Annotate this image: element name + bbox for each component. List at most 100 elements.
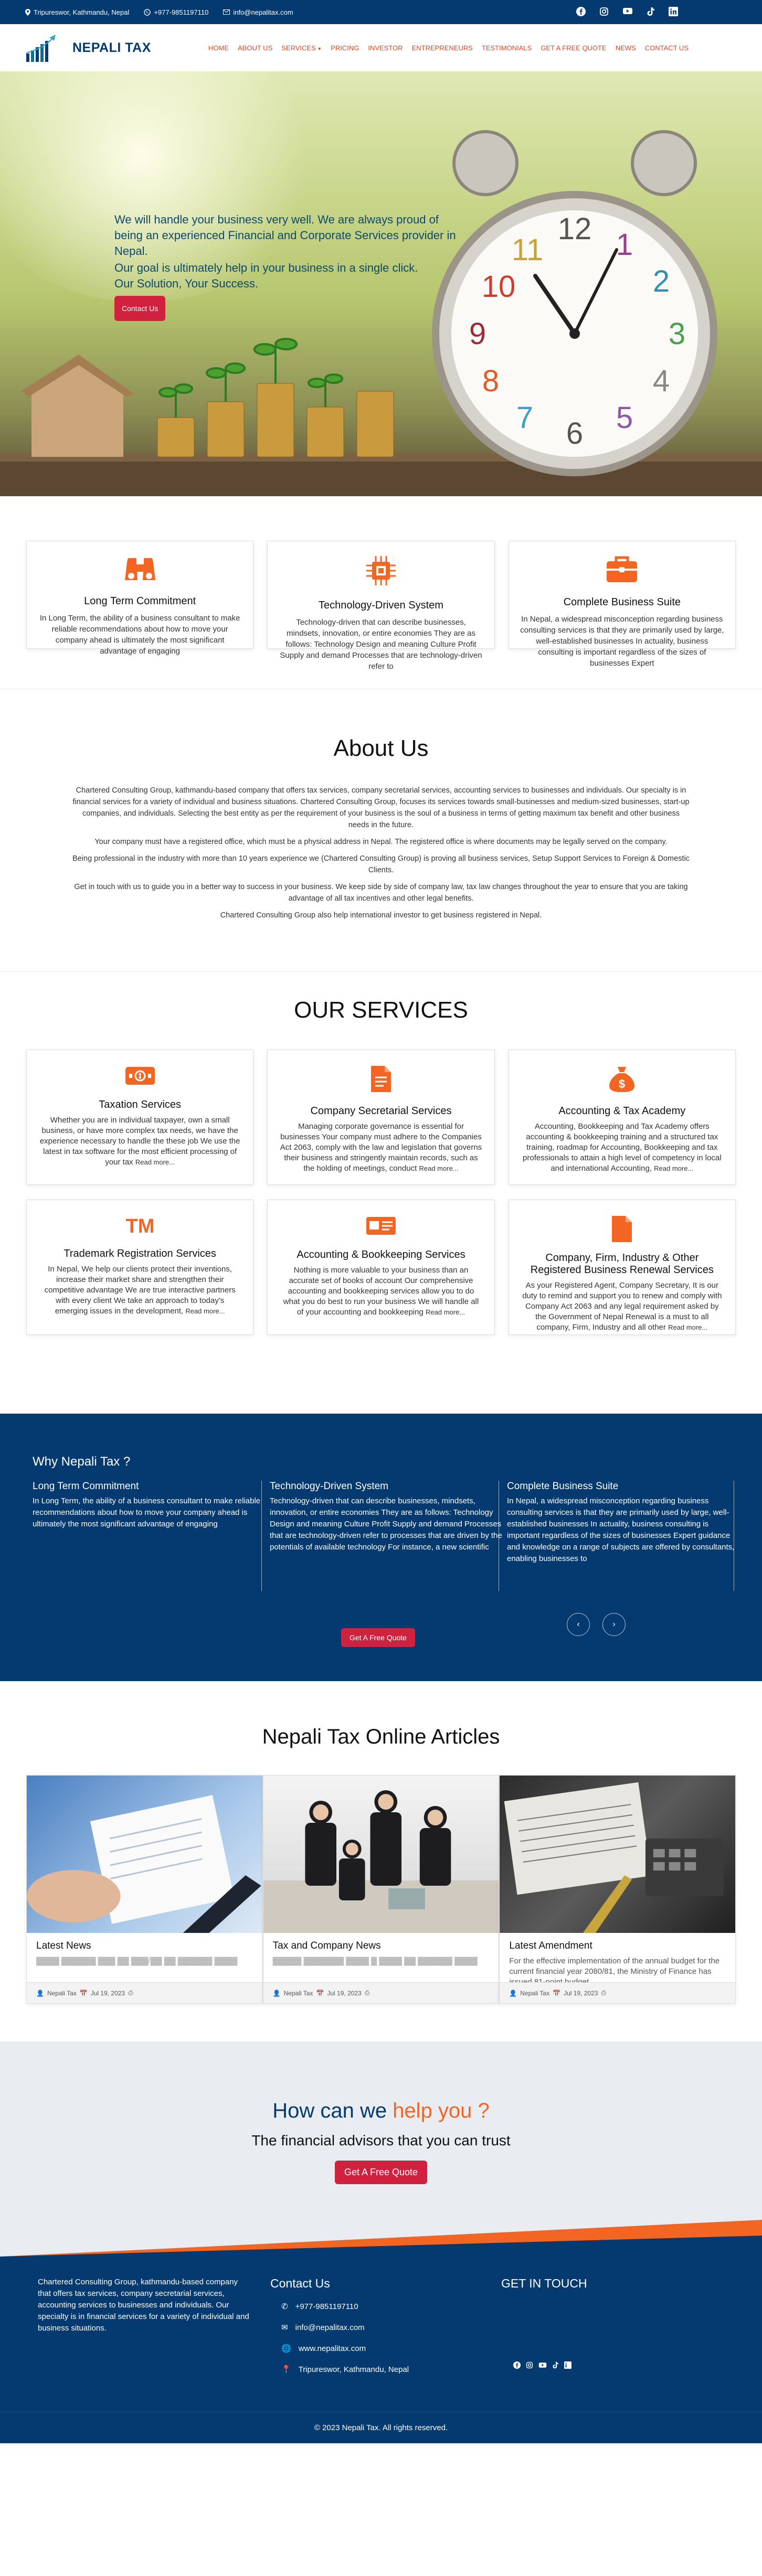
service-card[interactable]: TM Trademark Registration Services In Ne… [26, 1200, 254, 1335]
carousel-prev-button[interactable]: ‹ [567, 1613, 590, 1636]
facebook-icon[interactable] [576, 7, 586, 18]
service-card[interactable]: Company, Firm, Industry & Other Register… [508, 1200, 736, 1335]
why-item-title: Technology-Driven System [270, 1481, 388, 1492]
nav-contact[interactable]: CONTACT US [645, 44, 689, 52]
id-card-icon [366, 1217, 396, 1235]
article-author: Nepali Tax [520, 1989, 550, 1997]
linkedin-icon[interactable] [564, 2361, 572, 2371]
footer-email-value: info@nepalitax.com [295, 2323, 365, 2332]
whatsapp-icon [144, 8, 151, 16]
copyright-bar: © 2023 Nepali Tax. All rights reserved. [0, 2412, 762, 2443]
nav-about[interactable]: ABOUT US [238, 44, 272, 52]
copyright-text: © 2023 Nepali Tax. All rights reserved. [314, 2423, 448, 2432]
tiktok-icon[interactable] [552, 2361, 559, 2371]
top-bar: Tripureswor, Kathmandu, Nepal +977-98511… [0, 0, 762, 24]
youtube-icon[interactable] [538, 2361, 547, 2371]
linkedin-icon[interactable] [669, 7, 678, 18]
article-title: Latest Amendment [509, 1940, 592, 1951]
about-paragraph: Get in touch with us to guide you in a b… [74, 883, 688, 903]
file-icon [612, 1216, 632, 1242]
article-excerpt: ▓▓▓▓ ▓▓▓▓▓▓ ▓▓▓ ▓▓ ▓▓▓/▓▓ ▓▓ ▓▓▓▓▓▓ ▓▓▓▓ [36, 1957, 238, 1965]
print-icon[interactable]: ⎙ [365, 1989, 370, 1997]
article-meta: 👤 Nepali Tax 📅 Jul 19, 2023 ⎙ [263, 1982, 499, 2003]
article-card[interactable]: Tax and Company News ▓▓▓▓▓ ▓▓▓▓▓▓▓ ▓▓▓▓ … [262, 1775, 500, 2004]
social-links [576, 7, 678, 18]
article-card[interactable]: Latest Amendment For the effective imple… [499, 1775, 736, 2004]
facebook-icon[interactable] [513, 2361, 521, 2371]
why-item: Complete Business Suite In Nepal, a wide… [507, 1481, 740, 1565]
cta-free-quote-button[interactable]: Get A Free Quote [334, 2161, 428, 2184]
footer-social-links [513, 2361, 572, 2371]
trademark-icon: TM [125, 1215, 154, 1237]
read-more-link[interactable]: Read more... [135, 1158, 175, 1166]
nav-menu: HOME ABOUT US SERVICES ▼ PRICING INVESTO… [208, 44, 689, 52]
nav-investor[interactable]: INVESTOR [368, 44, 403, 52]
svg-text:TM: TM [125, 1215, 154, 1236]
nav-testimonials[interactable]: TESTIMONIALS [482, 44, 532, 52]
articles-section: Nepali Tax Online Articles Latest News ▓… [0, 1681, 762, 2041]
article-title: Tax and Company News [272, 1940, 381, 1951]
carousel-next-button[interactable]: › [602, 1613, 626, 1636]
nav-free-quote[interactable]: GET A FREE QUOTE [541, 44, 606, 52]
article-card[interactable]: Latest News ▓▓▓▓ ▓▓▓▓▓▓ ▓▓▓ ▓▓ ▓▓▓/▓▓ ▓▓… [26, 1775, 263, 2004]
service-text: Nothing is more valuable to your busines… [279, 1265, 482, 1318]
print-icon[interactable]: ⎙ [128, 1989, 133, 1997]
service-card[interactable]: Taxation Services Whether you are in ind… [26, 1050, 254, 1185]
article-date: Jul 19, 2023 [327, 1989, 362, 1997]
footer-phone[interactable]: ✆ +977-9851197110 [281, 2302, 358, 2312]
footer-web-value: www.nepalitax.com [298, 2344, 366, 2353]
svg-text:10: 10 [482, 270, 516, 304]
svg-text:6: 6 [566, 416, 583, 451]
top-phone[interactable]: +977-9851197110 [144, 8, 208, 16]
nav-entrepreneurs[interactable]: ENTREPRENEURS [412, 44, 473, 52]
svg-text:8: 8 [482, 364, 499, 398]
nav-home[interactable]: HOME [208, 44, 229, 52]
why-item-text: Technology-driven that can describe busi… [270, 1497, 502, 1552]
footer-web[interactable]: 🌐 www.nepalitax.com [281, 2344, 366, 2354]
article-date: Jul 19, 2023 [90, 1989, 125, 1997]
user-icon: 👤 [272, 1989, 281, 1997]
service-text: In Nepal, We help our clients protect th… [38, 1264, 241, 1317]
growth-bars-logo-icon [26, 35, 56, 62]
service-card[interactable]: Company Secretarial Services Managing co… [267, 1050, 495, 1185]
print-icon[interactable]: ⎙ [601, 1989, 606, 1997]
read-more-link[interactable]: Read more... [654, 1164, 693, 1172]
footer-email[interactable]: ✉ info@nepalitax.com [281, 2323, 365, 2333]
read-more-link[interactable]: Read more... [185, 1307, 225, 1315]
top-email[interactable]: info@nepalitax.com [223, 8, 293, 16]
nav-services[interactable]: SERVICES ▼ [281, 44, 322, 52]
why-free-quote-button[interactable]: Get A Free Quote [341, 1628, 415, 1647]
youtube-icon[interactable] [622, 7, 633, 18]
service-card[interactable]: Accounting & Bookkeeping Services Nothin… [267, 1200, 495, 1335]
nav-pricing[interactable]: PRICING [331, 44, 359, 52]
service-title: Accounting & Tax Academy [558, 1105, 686, 1117]
read-more-link[interactable]: Read more... [426, 1308, 465, 1316]
caret-down-icon: ▼ [315, 46, 322, 51]
footer-address-value: Tripureswor, Kathmandu, Nepal [298, 2365, 409, 2374]
svg-text:$: $ [619, 1077, 625, 1091]
instagram-icon[interactable] [526, 2361, 533, 2371]
why-section: Why Nepali Tax ? Long Term Commitment In… [0, 1414, 762, 1681]
wave-divider [0, 2220, 762, 2257]
hero-text: We will handle your business very well. … [114, 212, 461, 321]
articles-title: Nepali Tax Online Articles [262, 1725, 500, 1748]
feature-card: Long Term Commitment In Long Term, the a… [26, 541, 254, 656]
service-card[interactable]: $ Accounting & Tax Academy Accounting, B… [508, 1050, 736, 1185]
tiktok-icon[interactable] [647, 7, 655, 18]
cta-heading: How can we help you ? [0, 2099, 762, 2123]
cta-heading-part: How can we [272, 2099, 393, 2122]
service-title: Trademark Registration Services [64, 1248, 216, 1259]
hero-line-1: We will handle your business very well. … [114, 213, 456, 258]
binoculars-icon [124, 558, 155, 580]
read-more-link[interactable]: Read more... [419, 1164, 458, 1172]
hero-line-2: Our goal is ultimately help in your busi… [114, 261, 418, 274]
nav-news[interactable]: NEWS [616, 44, 636, 52]
footer: Chartered Consulting Group, kathmandu-ba… [0, 2257, 762, 2412]
globe-icon: 🌐 [281, 2344, 291, 2353]
instagram-icon[interactable] [599, 7, 609, 18]
article-image [27, 1776, 262, 1933]
brand-logo[interactable]: NEPALI TAX [25, 33, 151, 63]
hero-contact-button[interactable]: Contact Us [114, 296, 166, 321]
chevron-right-icon: › [612, 1620, 616, 1629]
read-more-link[interactable]: Read more... [668, 1323, 707, 1331]
